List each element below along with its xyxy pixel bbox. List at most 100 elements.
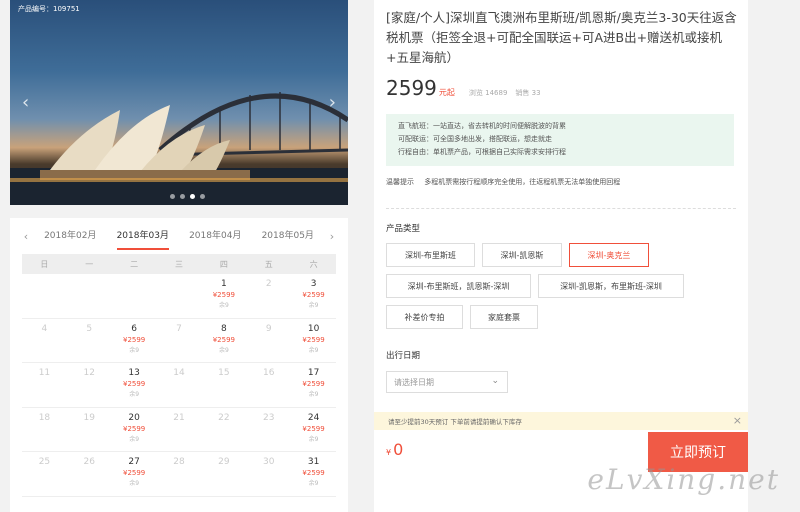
calendar-day: 9 (246, 319, 291, 363)
divider (386, 208, 736, 209)
calendar-day[interactable]: 24 ¥2599 余9 (291, 408, 336, 452)
weekday-label: 日 (40, 259, 49, 269)
day-number: 8 (220, 323, 227, 334)
product-price: 2599 (386, 76, 437, 100)
calendar-day: 18 (22, 408, 67, 452)
month-tab[interactable]: 2018年05月 (252, 218, 325, 254)
day-stock: 余9 (218, 346, 229, 354)
product-type-option[interactable]: 深圳-凯恩斯 (482, 243, 562, 267)
day-stock: 余9 (129, 391, 140, 398)
calendar-day: 30 (246, 452, 291, 496)
carousel-dot[interactable] (170, 194, 175, 199)
calendar-grid: 日一二三四五六 1 ¥2599 余9 2 3 ¥2599 余9 4 5 6 ¥2599 余9 7 8 ¥25… (22, 254, 336, 497)
product-type-option[interactable]: 深圳-布里斯班 (386, 243, 475, 267)
close-icon[interactable]: × (733, 414, 742, 427)
calendar-day (22, 274, 67, 318)
day-number: 3 (310, 279, 317, 289)
product-info-panel: [家庭/个人]深圳直飞澳洲布里斯班/凯恩斯/奥克兰3-30天往返含税机票（拒签全… (374, 0, 748, 512)
day-stock: 余9 (308, 391, 319, 398)
month-tab[interactable]: 2018年03月 (107, 218, 180, 254)
carousel-dot[interactable] (190, 194, 195, 199)
calendar-day[interactable]: 31 ¥2599 余9 (291, 452, 336, 496)
calendar-day[interactable]: 8 ¥2599 余9 (201, 319, 246, 363)
next-month-icon[interactable]: › (324, 230, 340, 243)
calendar-day[interactable]: 13 ¥2599 余9 (112, 363, 157, 407)
weekday-label: 五 (264, 259, 273, 269)
calendar-day[interactable]: 17 ¥2599 余9 (291, 363, 336, 407)
total-price: ¥ 0 (386, 440, 403, 459)
calendar-day[interactable]: 3 ¥2599 余9 (291, 274, 336, 318)
carousel-dot[interactable] (200, 194, 205, 199)
calendar-day: 26 (67, 452, 112, 496)
carousel-prev-icon[interactable]: ‹ (22, 92, 29, 113)
day-number: 22 (218, 412, 230, 423)
day-price: ¥2599 (122, 380, 146, 388)
price-unit: 元起 (438, 88, 455, 97)
day-number: 10 (307, 323, 320, 334)
sales-count: 销售 33 (515, 89, 541, 97)
booking-notice: 请至少提前30天预订 下单前请提前确认下库存 × (374, 412, 748, 430)
day-price: ¥2599 (302, 424, 325, 433)
day-number: 13 (128, 368, 140, 378)
day-number: 4 (41, 323, 48, 334)
prev-month-icon[interactable]: ‹ (18, 230, 34, 243)
calendar-day[interactable]: 1 ¥2599 余9 (201, 274, 246, 318)
carousel-dot[interactable] (180, 194, 185, 199)
day-stock: 余9 (129, 480, 140, 487)
day-number: 2 (265, 279, 272, 289)
day-price: ¥2599 (122, 424, 146, 433)
day-price: ¥2599 (212, 291, 235, 299)
product-type-option[interactable]: 家庭套票 (470, 305, 538, 329)
product-type-option[interactable]: 深圳-奥克兰 (569, 243, 649, 267)
day-price: ¥2599 (302, 380, 325, 388)
calendar-day: 16 (246, 363, 291, 407)
calendar-day[interactable]: 27 ¥2599 余9 (112, 452, 157, 496)
calendar-day: 25 (22, 452, 67, 496)
product-type-option[interactable]: 深圳-凯恩斯，布里斯班-深圳 (538, 274, 684, 298)
travel-date-label: 出行日期 (386, 351, 421, 361)
carousel-next-icon[interactable]: › (329, 92, 336, 113)
day-price: ¥2599 (212, 335, 235, 344)
weekday-header: 日一二三四五六 (22, 254, 336, 274)
product-type-option[interactable]: 深圳-布里斯班，凯恩斯-深圳 (386, 274, 531, 298)
calendar-day: 12 (67, 363, 112, 407)
calendar-body: 1 ¥2599 余9 2 3 ¥2599 余9 4 5 6 ¥2599 余9 7 8 ¥2599 余9 9 10 ¥… (22, 274, 336, 497)
month-tab[interactable]: 2018年04月 (179, 218, 252, 254)
calendar-day[interactable]: 6 ¥2599 余9 (112, 319, 157, 363)
carousel-dots (170, 194, 205, 199)
day-stock: 余9 (129, 346, 140, 354)
day-number: 12 (83, 368, 95, 378)
calendar-day: 2 (246, 274, 291, 318)
notice-text: 请至少提前30天预订 下单前请提前确认下库存 (388, 418, 522, 426)
weekday-label: 二 (130, 259, 139, 269)
day-number: 23 (262, 412, 275, 423)
calendar-day: 28 (157, 452, 202, 496)
calendar-day: 7 (157, 319, 202, 363)
total-amount: 0 (393, 440, 404, 459)
tip-text: 多程机票需按行程顺序完全使用，往返程机票无法单独使用回程 (424, 178, 621, 186)
day-number: 11 (38, 368, 51, 378)
day-number: 29 (218, 457, 230, 467)
product-code: 产品编号：109751 (18, 5, 80, 13)
day-number: 17 (307, 368, 320, 378)
product-type-option[interactable]: 补差价专拍 (386, 305, 463, 329)
day-number: 1 (220, 279, 227, 289)
travel-date-select[interactable]: 请选择日期 ⌄ (386, 371, 508, 393)
day-number: 27 (128, 457, 140, 467)
calendar-day[interactable]: 20 ¥2599 余9 (112, 408, 157, 452)
month-tab[interactable]: 2018年02月 (34, 218, 107, 254)
feature-note: 行程自由：单机票产品，可根据自己实际需求安排行程 (398, 148, 566, 156)
day-number: 15 (218, 368, 230, 378)
calendar-day: 15 (201, 363, 246, 407)
calendar-week: 18 19 20 ¥2599 余9 21 22 23 24 ¥2599 余9 (22, 408, 336, 452)
day-number: 25 (38, 457, 51, 467)
feature-note: 直飞航班：一站直达，省去转机的时间便解脱波的背累 (398, 122, 566, 130)
day-number: 28 (173, 457, 185, 467)
warm-tip: 温馨提示 多程机票需按行程顺序完全使用，往返程机票无法单独使用回程 (386, 177, 620, 187)
currency-symbol: ¥ (386, 448, 392, 457)
product-hero-image: 产品编号：109751 ‹ › (10, 0, 348, 205)
day-number: 30 (262, 457, 275, 467)
calendar-day[interactable]: 10 ¥2599 余9 (291, 319, 336, 363)
product-title: [家庭/个人]深圳直飞澳洲布里斯班/凯恩斯/奥克兰3-30天往返含税机票（拒签全… (386, 10, 737, 65)
day-number: 26 (83, 457, 95, 467)
